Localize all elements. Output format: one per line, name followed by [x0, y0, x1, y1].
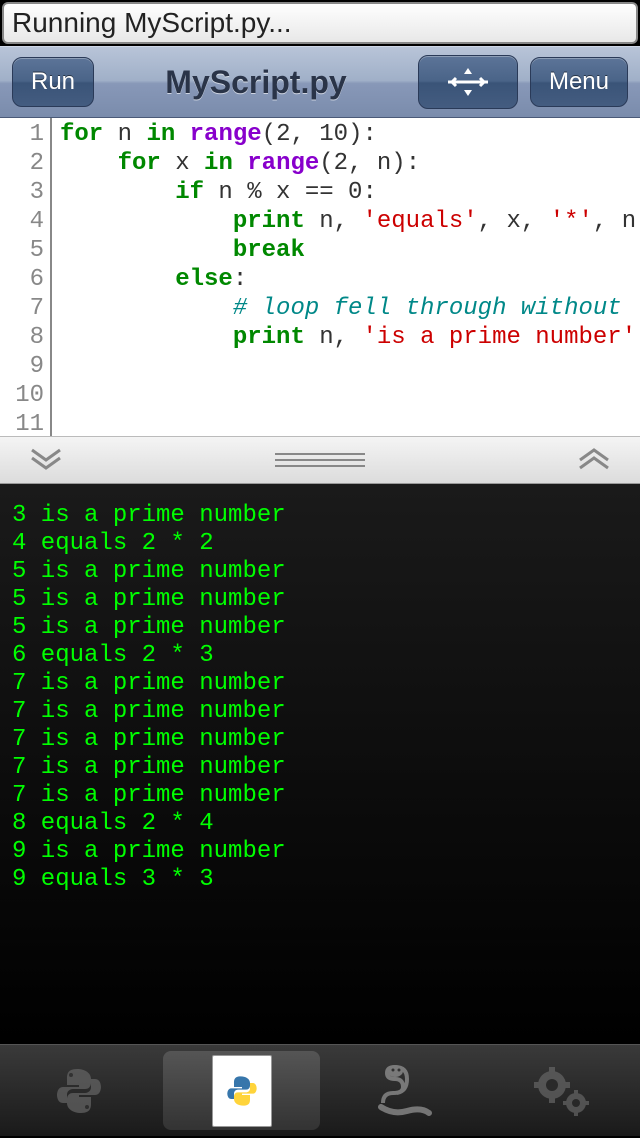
line-gutter: 1234567891011	[0, 118, 52, 436]
splitter-bar[interactable]	[0, 436, 640, 484]
line-number: 1	[0, 120, 44, 149]
menu-button[interactable]: Menu	[530, 57, 628, 107]
toolbar: Run MyScript.py Menu	[0, 46, 640, 118]
run-button[interactable]: Run	[12, 57, 94, 107]
tab-shell[interactable]	[326, 1045, 483, 1136]
tab-interpreter[interactable]	[0, 1045, 157, 1136]
line-number: 4	[0, 207, 44, 236]
split-arrows-icon	[444, 64, 492, 100]
tab-bar	[0, 1044, 640, 1136]
tab-settings[interactable]	[483, 1045, 640, 1136]
line-number: 8	[0, 323, 44, 352]
line-number: 11	[0, 410, 44, 436]
snake-icon	[373, 1063, 437, 1119]
chevron-down-icon	[28, 446, 64, 475]
drag-handle-icon[interactable]	[275, 453, 365, 467]
split-button[interactable]	[418, 55, 518, 109]
chevron-up-icon	[576, 446, 612, 475]
status-text: Running MyScript.py...	[12, 7, 292, 39]
line-number: 10	[0, 381, 44, 410]
file-title: MyScript.py	[106, 64, 406, 101]
code-editor[interactable]: 1234567891011 for n in range(2, 10): for…	[0, 118, 640, 436]
line-number: 9	[0, 352, 44, 381]
console-output[interactable]: 3 is a prime number 4 equals 2 * 2 5 is …	[0, 484, 640, 1044]
line-number: 3	[0, 178, 44, 207]
tab-editor[interactable]	[163, 1051, 320, 1130]
document-icon	[212, 1055, 272, 1127]
status-bar: Running MyScript.py...	[2, 2, 638, 44]
line-number: 5	[0, 236, 44, 265]
gear-icon	[530, 1063, 594, 1119]
line-number: 7	[0, 294, 44, 323]
code-content[interactable]: for n in range(2, 10): for x in range(2,…	[52, 118, 636, 436]
python-logo-icon	[49, 1061, 109, 1121]
line-number: 6	[0, 265, 44, 294]
line-number: 2	[0, 149, 44, 178]
